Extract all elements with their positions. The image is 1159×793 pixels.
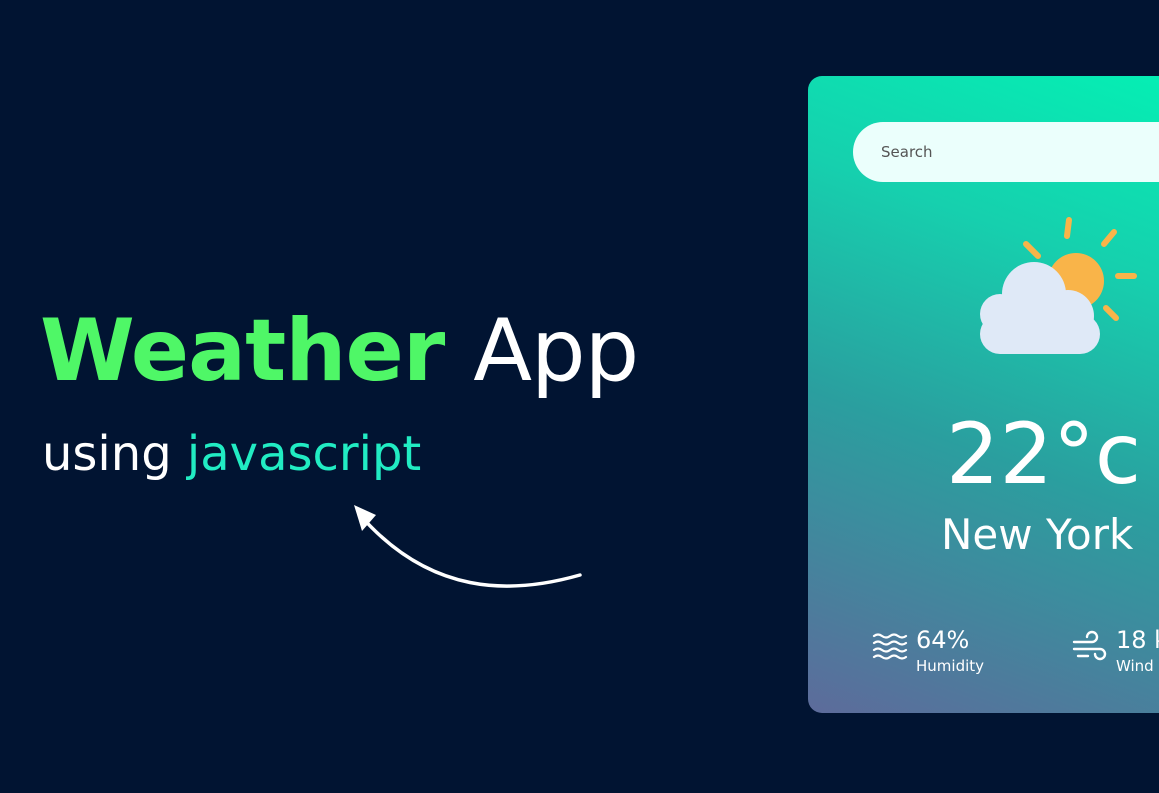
- subheadline: using javascript: [42, 422, 421, 486]
- wind-label: Wind: [1116, 657, 1154, 675]
- headline-word-app: App: [473, 301, 639, 401]
- waves-icon: [872, 633, 908, 660]
- humidity-value: 64%: [916, 626, 970, 654]
- subheadline-prefix: using: [42, 426, 172, 482]
- partly-cloudy-icon: [980, 217, 1137, 354]
- headline: Weather App: [40, 296, 639, 406]
- curved-arrow-icon: [354, 505, 582, 588]
- city-name: New York: [941, 510, 1134, 559]
- humidity-label: Humidity: [916, 657, 985, 675]
- headline-word-weather: Weather: [40, 301, 445, 401]
- temperature: 22°c: [946, 405, 1142, 503]
- search-input[interactable]: [853, 122, 1159, 182]
- subheadline-highlight: javascript: [186, 426, 422, 482]
- weather-card: 22°c New York 64% Humidity 18 k Wind: [808, 76, 1159, 713]
- wind-value: 18 k: [1116, 626, 1159, 654]
- wind-icon: [1072, 630, 1107, 661]
